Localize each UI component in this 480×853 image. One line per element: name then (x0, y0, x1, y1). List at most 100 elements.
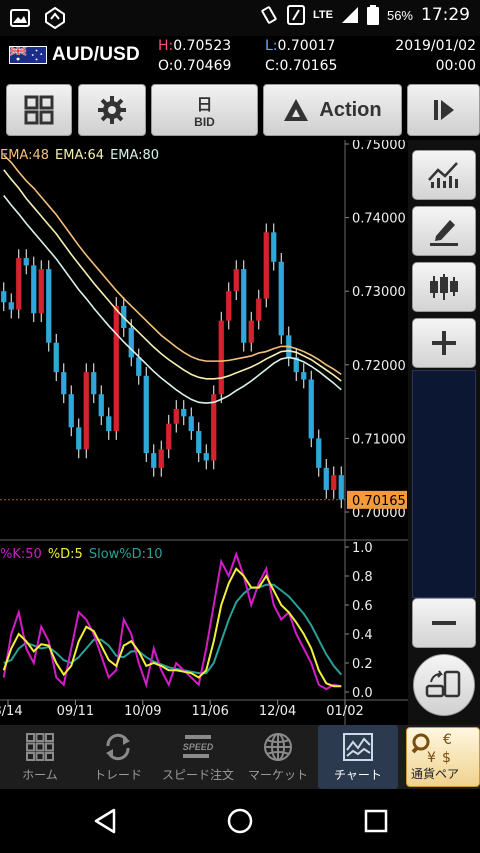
network-type: LTE (313, 9, 333, 21)
candle-body (323, 467, 329, 490)
speed-order-icon: SPEED (183, 734, 214, 758)
stoch-tick-label: 0.6 (352, 599, 373, 614)
signal-icon (341, 7, 358, 23)
zoom-in-button[interactable] (412, 318, 476, 368)
candle-body (308, 379, 314, 439)
australia-flag-icon (9, 46, 47, 64)
candle-body (331, 475, 337, 490)
vibrate-icon (261, 6, 277, 24)
candle-body (181, 408, 187, 417)
price-type-label: BID (194, 115, 215, 129)
candle-body (248, 320, 254, 343)
candle-body (16, 258, 22, 310)
chart-type-button[interactable] (412, 262, 476, 312)
nav-home-label: ホーム (22, 767, 58, 782)
candle-body (158, 449, 164, 468)
candle-body (143, 375, 149, 454)
nav-trade[interactable]: トレード (82, 725, 154, 789)
candle-body (23, 258, 29, 266)
candle-body (113, 305, 119, 432)
candle-body (218, 320, 224, 395)
play-forward-icon (433, 100, 454, 120)
chart-area[interactable]: 0.75000 0.74000 0.73000 0.72000 0.71000 0.700… (0, 140, 408, 725)
candle-body (338, 475, 344, 500)
action-button[interactable]: Action (263, 84, 402, 136)
svg-text:¥: ¥ (427, 750, 436, 766)
x-tick-label: 11/06 (191, 704, 228, 719)
zoom-out-button[interactable] (412, 598, 476, 648)
trade-arrows-icon (106, 733, 130, 760)
back-icon[interactable] (92, 807, 118, 835)
nav-trade-label: トレード (93, 767, 142, 782)
low-value: L:0.70017 (265, 38, 336, 54)
x-tick-label: 10/09 (124, 704, 161, 719)
svg-text:€: € (443, 732, 452, 748)
price-tick-label: 0.71000 (352, 432, 406, 447)
candle-body (241, 269, 247, 343)
rotate-screen-icon (425, 670, 461, 698)
current-price-label: 0.70165 (352, 494, 406, 509)
nav-speed-order[interactable]: SPEED スピード注文 (160, 725, 236, 789)
candle-body (301, 372, 307, 380)
stoch-tick-label: 0.2 (352, 657, 373, 672)
currency-search-icon: € ¥ $ (411, 732, 452, 766)
currency-pair-tab[interactable]: € ¥ $ 通貨ペア (406, 727, 480, 787)
battery-percent: 56% (386, 7, 413, 23)
candle-body (128, 328, 134, 358)
home-icon[interactable] (226, 807, 254, 835)
candle-body (136, 357, 142, 376)
triangle-up-icon (284, 99, 309, 121)
candle-body (38, 269, 44, 314)
stoch-tick-label: 0.8 (352, 570, 373, 585)
ema-legend: EMA:48 EMA:64 EMA:80 (0, 148, 159, 163)
nav-home[interactable]: ホーム (4, 725, 76, 789)
stoch-tick-label: 1.0 (352, 541, 373, 556)
chart-toolbar: 日 BID Action (0, 80, 480, 140)
candle-body (256, 298, 262, 321)
ema-64-label: EMA:64 (55, 148, 105, 163)
nav-speed-order-label: スピード注文 (161, 767, 234, 782)
currency-pair[interactable]: AUD/USD (52, 44, 140, 66)
app-notification-icon (45, 7, 65, 29)
period-bid-button[interactable]: 日 BID (151, 84, 258, 136)
battery-icon (366, 5, 379, 25)
candle-body (83, 372, 89, 450)
rotate-screen-button[interactable] (413, 654, 475, 716)
settings-button[interactable] (78, 84, 146, 136)
layout-grid-button[interactable] (6, 84, 72, 136)
nfc-icon (287, 5, 305, 25)
quote-time: 00:00 (435, 58, 476, 74)
candle-body (263, 232, 269, 299)
candle-body (271, 232, 277, 262)
ema-80-label: EMA:80 (110, 148, 160, 163)
candle-body (203, 453, 209, 461)
candle-body (61, 372, 67, 395)
indicator-button[interactable] (412, 150, 476, 200)
candle-body (1, 291, 7, 303)
svg-text:$: $ (442, 750, 451, 766)
draw-tool-button[interactable] (412, 206, 476, 256)
play-forward-button[interactable] (407, 84, 480, 136)
nav-market[interactable]: マーケット (242, 725, 314, 789)
stoch-tick-label: 0.4 (352, 628, 373, 643)
candle-body (196, 431, 202, 454)
nav-market-label: マーケット (247, 767, 308, 782)
image-notification-icon (10, 9, 30, 27)
action-label: Action (319, 98, 382, 121)
candlestick-icon (430, 274, 458, 300)
stochastic-legend: %K:50 %D:5 Slow%D:10 (0, 547, 163, 562)
grid-icon (24, 95, 54, 125)
chart-icon (343, 732, 373, 761)
candle-body (151, 453, 157, 468)
chart-svg[interactable]: 0.750000.740000.730000.720000.710000.700… (0, 140, 408, 725)
globe-icon (264, 732, 292, 761)
stoch-k-label: %K:50 (0, 547, 42, 562)
chart-tool-panel (408, 140, 480, 725)
candle-body (211, 394, 217, 461)
recent-apps-icon[interactable] (364, 809, 388, 833)
nav-chart[interactable]: チャート (318, 725, 398, 789)
candle-body (233, 269, 239, 292)
candle-body (31, 265, 37, 314)
price-tick-label: 0.72000 (352, 359, 406, 374)
zoom-slider[interactable] (412, 370, 476, 598)
